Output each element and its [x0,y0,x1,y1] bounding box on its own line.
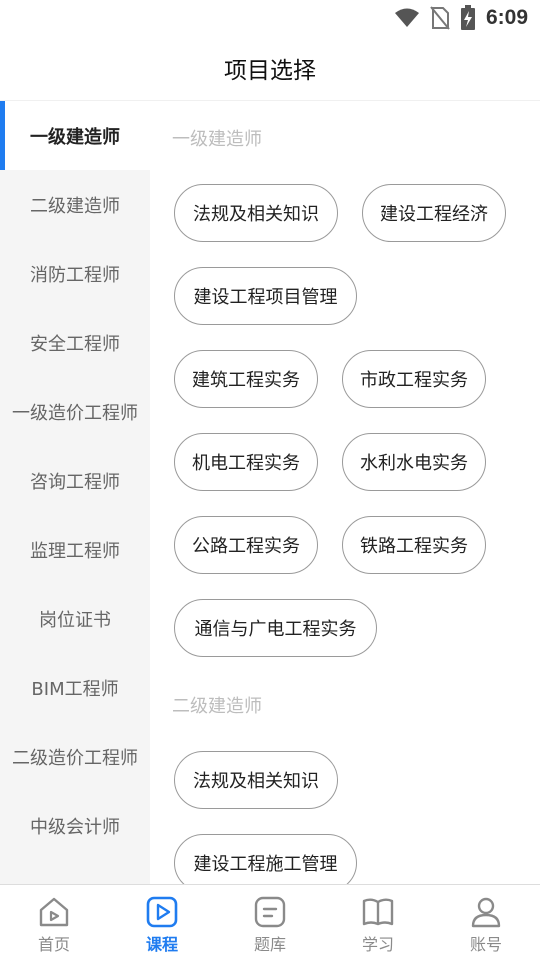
subject-chip[interactable]: 水利水电实务 [342,433,486,491]
section-title: 二级建造师 [172,696,262,717]
chip-label: 机电工程实务 [192,453,300,474]
subject-chip[interactable]: 建筑工程实务 [174,350,318,408]
sidebar-item-label: 咨询工程师 [30,471,120,493]
sidebar: 一级建造师 二级建造师 消防工程师 安全工程师 一级造价工程师 咨询工程师 监理… [0,101,150,884]
nav-label: 课程 [145,935,178,954]
course-play-icon [146,896,178,928]
wifi-icon [394,8,419,27]
sidebar-item-bim[interactable]: BIM工程师 [0,653,150,722]
project-list: 一级建造师 法规及相关知识 建设工程经济 建设工程项目管理 建筑工程实务 市政工… [150,101,540,884]
chip-label: 公路工程实务 [192,536,300,557]
section-title: 一级建造师 [172,129,262,150]
subject-chip[interactable]: 法规及相关知识 [174,751,338,809]
chip-label: 市政工程实务 [360,370,468,391]
question-bank-icon [254,896,286,928]
sidebar-item-yiji-jianzaoshi[interactable]: 一级建造师 [0,101,150,170]
sidebar-item-xiaofang[interactable]: 消防工程师 [0,239,150,308]
sidebar-item-zixun[interactable]: 咨询工程师 [0,446,150,515]
sidebar-item-label: 监理工程师 [30,540,120,562]
subject-chip[interactable]: 建设工程经济 [362,184,506,242]
sidebar-item-label: 二级建造师 [30,195,120,217]
nav-tab-account[interactable]: 账号 [432,885,540,961]
sidebar-item-anquan[interactable]: 安全工程师 [0,308,150,377]
sidebar-item-erji-jianzaoshi[interactable]: 二级建造师 [0,170,150,239]
chip-label: 法规及相关知识 [193,771,319,792]
nav-label: 账号 [469,935,502,954]
chip-label: 水利水电实务 [360,453,468,474]
nav-label: 题库 [253,935,286,954]
subject-chip[interactable]: 公路工程实务 [174,516,318,574]
chip-label: 建设工程经济 [380,204,488,225]
chip-label: 建设工程施工管理 [193,854,338,875]
sidebar-item-gangwei[interactable]: 岗位证书 [0,584,150,653]
nav-tab-course[interactable]: 课程 [108,885,216,961]
sidebar-item-erji-zaojia[interactable]: 二级造价工程师 [0,722,150,791]
battery-charging-icon [460,5,475,30]
sidebar-item-zhongji-kuaiji[interactable]: 中级会计师 [0,791,150,860]
sidebar-item-label: 消防工程师 [30,264,120,286]
chip-label: 通信与广电工程实务 [194,619,357,640]
sidebar-item-label: 岗位证书 [39,609,111,631]
page-title: 项目选择 [224,58,316,84]
sidebar-item-label: 中级会计师 [30,816,120,838]
home-icon [39,897,69,927]
sidebar-item-label: BIM工程师 [31,678,119,700]
bottom-nav: 首页 课程 题库 学习 账号 [0,884,540,961]
sidebar-item-label: 安全工程师 [30,333,120,355]
chip-label: 建设工程项目管理 [193,287,338,308]
book-icon [362,898,394,926]
chip-label: 铁路工程实务 [360,536,468,557]
page-header: 项目选择 [0,36,540,101]
nav-tab-study[interactable]: 学习 [324,885,432,961]
sidebar-item-label: 一级造价工程师 [12,402,138,424]
subject-chip[interactable]: 铁路工程实务 [342,516,486,574]
sidebar-item-yiji-zaojia[interactable]: 一级造价工程师 [0,377,150,446]
subject-chip[interactable]: 法规及相关知识 [174,184,338,242]
subject-chip[interactable]: 建设工程项目管理 [174,267,357,325]
chip-label: 法规及相关知识 [193,204,319,225]
sidebar-item-label: 一级建造师 [30,126,120,148]
nav-tab-question-bank[interactable]: 题库 [216,885,324,961]
subject-chip[interactable]: 建设工程施工管理 [174,834,357,884]
nav-tab-home[interactable]: 首页 [0,885,108,961]
nav-label: 首页 [37,935,70,954]
status-time: 6:09 [485,6,528,29]
account-icon [471,897,501,928]
subject-chip[interactable]: 通信与广电工程实务 [174,599,377,657]
nav-label: 学习 [361,935,394,954]
no-sim-icon [430,6,450,30]
status-bar: 6:09 [0,0,540,36]
sidebar-item-jianli[interactable]: 监理工程师 [0,515,150,584]
subject-chip[interactable]: 市政工程实务 [342,350,486,408]
chip-label: 建筑工程实务 [192,370,300,391]
sidebar-item-label: 二级造价工程师 [12,747,138,769]
subject-chip[interactable]: 机电工程实务 [174,433,318,491]
